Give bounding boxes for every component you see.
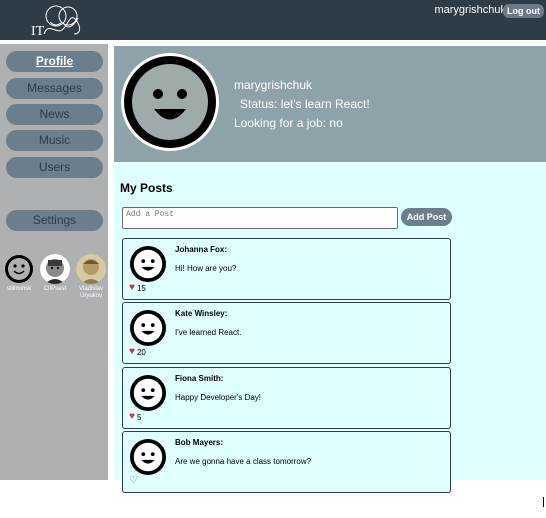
friend-name: ClIPsast <box>43 286 67 292</box>
profile-status[interactable]: Status: let's learn React! <box>240 97 370 111</box>
post-author: Bob Mayers: <box>175 438 224 447</box>
likes-count: 5 <box>136 412 142 422</box>
friend-item[interactable]: Vladislav Uryukov <box>74 254 108 300</box>
post-text: Are we gonna have a class tomorrow? <box>175 457 312 466</box>
posts-title: My Posts <box>120 181 173 195</box>
logout-button[interactable]: Log out <box>503 4 544 18</box>
post-item: Fiona Smith: Happy Developer's Day! ♥ 5 <box>122 367 451 429</box>
friend-name: Vladislav Uryukov <box>78 286 103 299</box>
likes-count: 20 <box>136 347 146 357</box>
profile-avatar-smiley-icon <box>121 53 219 151</box>
smiley-icon <box>129 245 167 283</box>
sidebar-item-music[interactable]: Music <box>6 130 103 151</box>
avatar <box>76 254 106 284</box>
post-item: Kate Winsley: I've learned React. ♥ 20 <box>122 302 451 364</box>
like-counter[interactable]: ♥ 15 <box>129 283 146 293</box>
app-header: IT marygrishchuk Log out <box>0 0 546 40</box>
likes-count: 15 <box>136 283 146 293</box>
heart-icon[interactable]: ♥ <box>129 347 135 357</box>
sidebar: Profile Messages News Music Users Settin… <box>0 44 108 480</box>
friend-name: stillminsk <box>6 286 32 292</box>
smiley-icon <box>4 254 34 284</box>
sidebar-item-profile[interactable]: Profile <box>6 51 103 72</box>
add-post-button[interactable]: Add Post <box>401 208 452 226</box>
heart-outline-icon[interactable]: ♡ <box>129 476 138 486</box>
like-counter[interactable]: ♥ 20 <box>129 347 146 357</box>
heart-icon[interactable]: ♥ <box>129 412 135 422</box>
current-user-name: marygrishchuk <box>434 4 506 16</box>
smiley-icon <box>129 438 167 476</box>
profile-info: marygrishchuk Status: let's learn React!… <box>114 46 546 162</box>
sidebar-item-settings[interactable]: Settings <box>6 210 103 231</box>
post-item: Johanna Fox: Hi! How are you? ♥ 15 <box>122 238 451 300</box>
post-author: Kate Winsley: <box>175 309 228 318</box>
add-post-input[interactable] <box>122 207 398 229</box>
logo-icon: IT <box>31 5 81 38</box>
post-text: Happy Developer's Day! <box>175 393 262 402</box>
smiley-icon <box>129 309 167 347</box>
like-counter[interactable]: ♥ 5 <box>129 412 141 422</box>
sidebar-item-news[interactable]: News <box>6 104 103 125</box>
post-author: Johanna Fox: <box>175 245 228 254</box>
sidebar-item-users[interactable]: Users <box>6 157 103 178</box>
avatar <box>40 254 70 284</box>
smiley-icon <box>129 374 167 412</box>
friend-item[interactable]: stillminsk <box>2 254 36 293</box>
post-author: Fiona Smith: <box>175 374 224 383</box>
post-item: Bob Mayers: Are we gonna have a class to… <box>122 431 451 493</box>
profile-name: marygrishchuk <box>234 78 313 92</box>
like-counter[interactable]: ♡ <box>129 476 140 486</box>
friend-item[interactable]: ClIPsast <box>38 254 72 293</box>
heart-icon[interactable]: ♥ <box>129 283 135 293</box>
post-text: Hi! How are you? <box>175 264 237 273</box>
profile-job-status: Looking for a job: no <box>234 116 343 130</box>
post-text: I've learned React. <box>175 328 242 337</box>
sidebar-item-messages[interactable]: Messages <box>6 78 103 99</box>
profile-page: marygrishchuk Status: let's learn React!… <box>114 46 546 493</box>
text-cursor <box>543 497 544 507</box>
logo-text: IT <box>31 24 45 38</box>
